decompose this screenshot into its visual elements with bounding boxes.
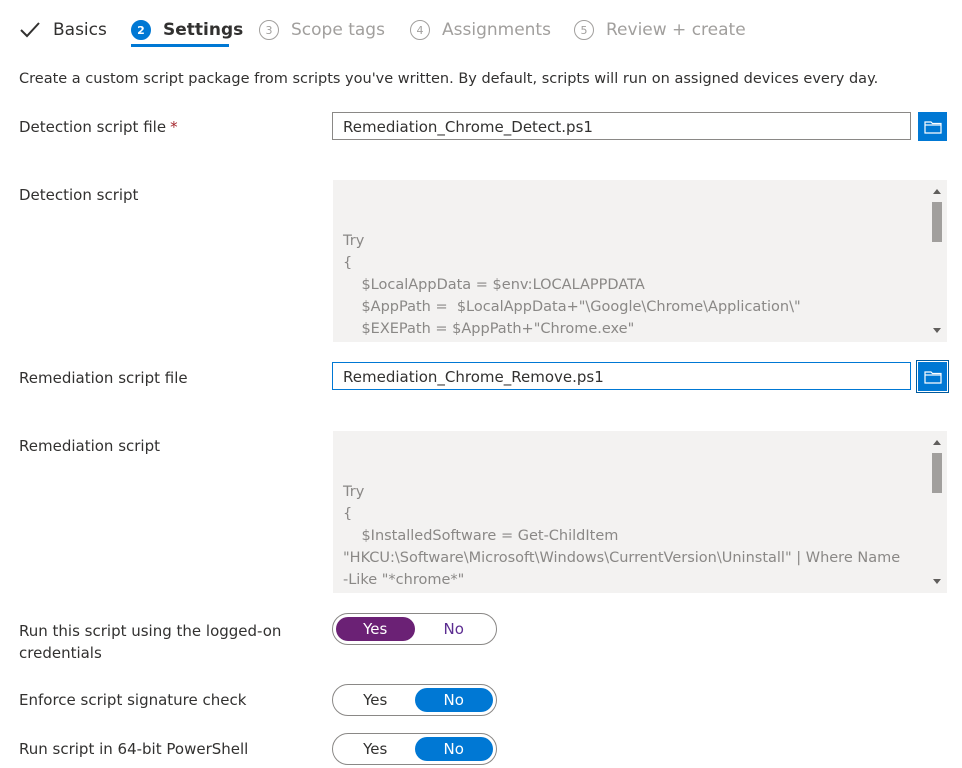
remediation-script-scrollbar[interactable] [927, 431, 947, 593]
scroll-up-icon[interactable] [933, 189, 941, 194]
detection-browse-button[interactable] [918, 112, 947, 141]
step-label: Scope tags [291, 20, 385, 40]
step-label: Assignments [442, 20, 551, 40]
folder-icon [923, 120, 942, 134]
scroll-thumb[interactable] [932, 453, 942, 493]
remediation-file-label: Remediation script file [19, 369, 188, 387]
powershell64-label: Run script in 64-bit PowerShell [19, 740, 249, 758]
remediation-script-content: Try { $InstalledSoftware = Get-ChildItem… [343, 484, 901, 588]
powershell64-toggle[interactable]: Yes No [332, 733, 497, 765]
scroll-down-icon[interactable] [933, 328, 941, 333]
required-marker: * [170, 118, 178, 136]
step-review-create[interactable]: 5 Review + create [574, 14, 746, 46]
no-option[interactable]: No [414, 737, 493, 761]
step-assignments[interactable]: 4 Assignments [410, 14, 551, 46]
active-step-indicator [131, 44, 229, 47]
step-label: Settings [163, 20, 244, 40]
step-basics[interactable]: Basics [19, 14, 107, 46]
step-label: Basics [53, 20, 107, 40]
signature-check-label: Enforce script signature check [19, 691, 247, 709]
remediation-script-label: Remediation script [19, 437, 160, 455]
step-number: 5 [574, 20, 594, 40]
logged-on-label: Run this script using the logged-on cred… [19, 622, 282, 662]
signature-check-toggle[interactable]: Yes No [332, 684, 497, 716]
no-option[interactable]: No [414, 688, 493, 712]
remediation-script-box[interactable]: Try { $InstalledSoftware = Get-ChildItem… [333, 431, 947, 593]
scroll-up-icon[interactable] [933, 440, 941, 445]
yes-option[interactable]: Yes [336, 737, 415, 761]
checkmark-icon [20, 22, 40, 38]
scroll-thumb[interactable] [932, 202, 942, 242]
step-number: 2 [131, 20, 151, 40]
detection-script-box[interactable]: Try { $LocalAppData = $env:LOCALAPPDATA … [333, 180, 947, 342]
detection-script-label: Detection script [19, 186, 139, 204]
remediation-browse-button[interactable] [916, 360, 949, 393]
scroll-down-icon[interactable] [933, 579, 941, 584]
detection-file-label-text: Detection script file [19, 118, 167, 136]
yes-option[interactable]: Yes [336, 617, 415, 641]
step-settings[interactable]: 2 Settings [131, 14, 243, 46]
logged-on-toggle[interactable]: Yes No [332, 613, 497, 645]
folder-icon [923, 370, 942, 384]
remediation-file-input[interactable]: Remediation_Chrome_Remove.ps1 [332, 362, 911, 390]
step-label: Review + create [606, 20, 746, 40]
no-option[interactable]: No [415, 617, 494, 641]
detection-script-scrollbar[interactable] [927, 180, 947, 342]
step-number: 4 [410, 20, 430, 40]
yes-option[interactable]: Yes [336, 688, 415, 712]
step-number: 3 [259, 20, 279, 40]
detection-file-label: Detection script file * [19, 118, 178, 136]
detection-file-input[interactable]: Remediation_Chrome_Detect.ps1 [332, 112, 911, 140]
page-description: Create a custom script package from scri… [19, 71, 879, 87]
step-scope-tags[interactable]: 3 Scope tags [259, 14, 385, 46]
detection-script-content: Try { $LocalAppData = $env:LOCALAPPDATA … [343, 233, 801, 337]
